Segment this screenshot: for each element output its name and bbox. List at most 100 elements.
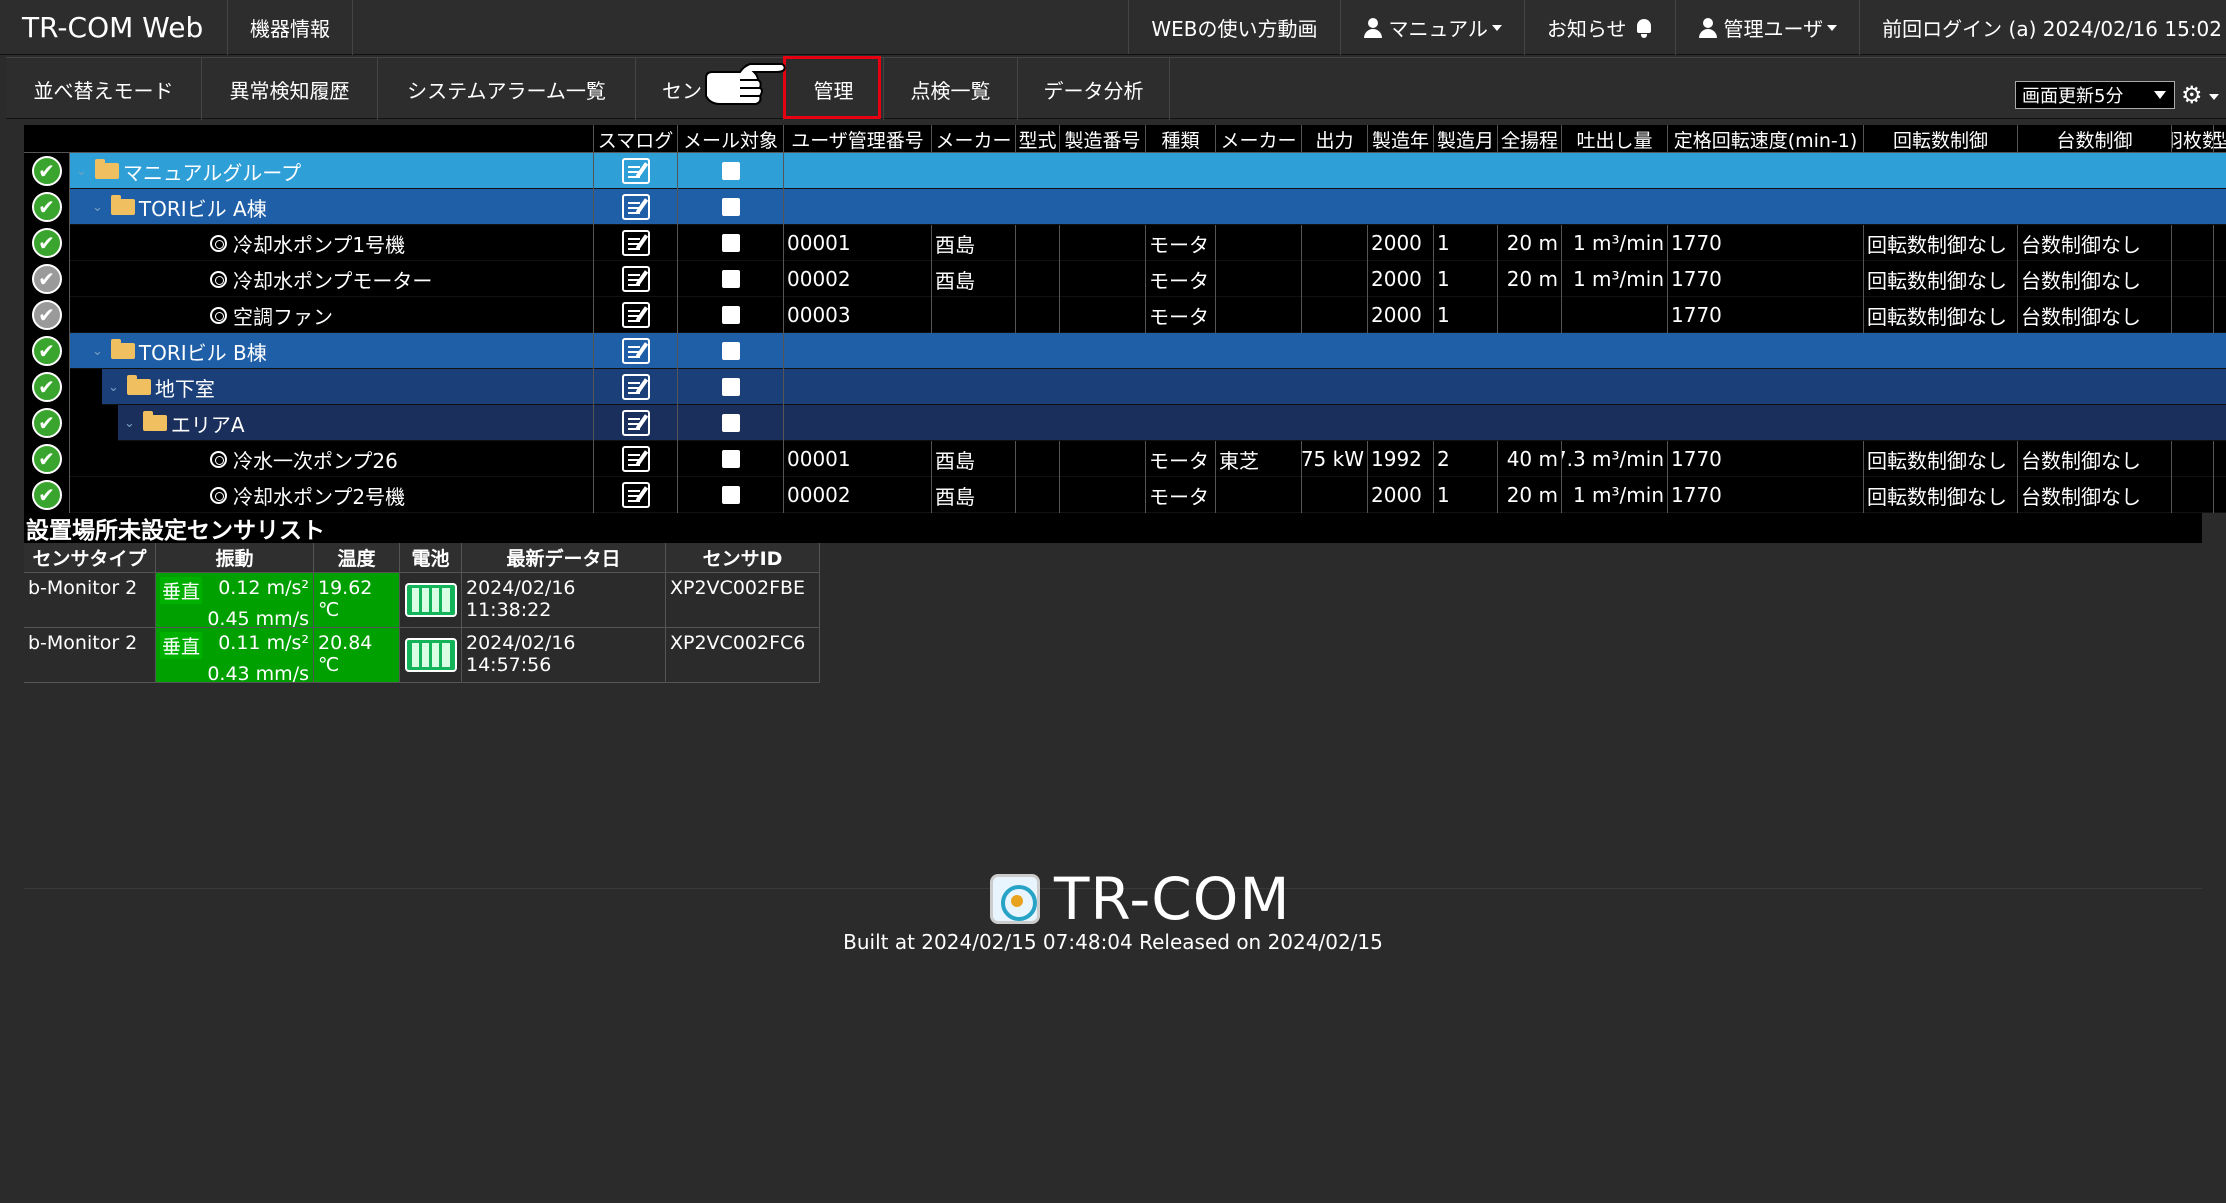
cell-kind: モータ bbox=[1146, 297, 1216, 333]
edit-log-icon[interactable] bbox=[621, 446, 650, 472]
tree-toggle-icon[interactable]: ⌄ bbox=[124, 416, 135, 431]
group-row[interactable]: ✔ ⌄ TORIビル A棟 bbox=[24, 189, 2226, 225]
vibration-axis-label: 垂直 bbox=[160, 577, 203, 604]
mail-cell bbox=[678, 405, 784, 441]
status-check-icon: ✔ bbox=[31, 444, 62, 474]
status-cell: ✔ bbox=[24, 297, 70, 333]
cell-num: 00002 bbox=[784, 261, 932, 297]
chevron-down-icon[interactable] bbox=[2209, 94, 2219, 100]
device-row[interactable]: ✔ 冷却水ポンプ1号機 00001 酉島 モータ 2000 1 20 m1 m³/min 177… bbox=[24, 225, 2226, 261]
cell-model bbox=[1016, 441, 1060, 477]
edit-log-icon[interactable] bbox=[621, 338, 650, 364]
device-row[interactable]: ✔ 冷却水ポンプモーター 00002 酉島 モータ 2000 1 20 m1 m³/min 17… bbox=[24, 261, 2226, 297]
edit-log-icon[interactable] bbox=[621, 230, 650, 256]
device-name-cell[interactable]: 冷却水ポンプ2号機 bbox=[70, 477, 594, 513]
tree-toggle-icon[interactable]: ⌄ bbox=[92, 200, 103, 215]
cell-type2 bbox=[2214, 261, 2226, 297]
device-name-cell[interactable]: 冷水一次ポンプ26 bbox=[70, 441, 594, 477]
group-name-cell[interactable]: ⌄ マニュアルグループ bbox=[70, 153, 594, 189]
mail-target-checkbox[interactable] bbox=[721, 414, 740, 432]
mail-cell bbox=[678, 225, 784, 261]
cell-month: 1 bbox=[1434, 261, 1498, 297]
admin-label: 管理ユーザ bbox=[1723, 17, 1824, 41]
tree-toggle-icon[interactable]: ⌄ bbox=[108, 380, 119, 395]
gear-icon[interactable]: ⚙ bbox=[2181, 81, 2203, 109]
cell-head bbox=[1498, 297, 1562, 333]
sensor-icon bbox=[210, 450, 227, 468]
status-check-icon: ✔ bbox=[31, 300, 62, 330]
device-row[interactable]: ✔ 冷水一次ポンプ26 00001 酉島 モータ 東芝 75 kW 1992 2 40 m 7.3 … bbox=[24, 441, 2226, 477]
mail-target-checkbox[interactable] bbox=[721, 198, 740, 216]
mail-target-checkbox[interactable] bbox=[721, 234, 740, 252]
mail-target-checkbox[interactable] bbox=[721, 342, 740, 360]
edit-log-icon[interactable] bbox=[621, 194, 650, 220]
mail-target-checkbox[interactable] bbox=[721, 378, 740, 396]
cell-maker: 酉島 bbox=[932, 477, 1016, 513]
group-name-cell[interactable]: ⌄ TORIビル A棟 bbox=[86, 189, 594, 225]
mail-cell bbox=[678, 333, 784, 369]
sensor-icon bbox=[210, 486, 227, 504]
mail-target-checkbox[interactable] bbox=[721, 306, 740, 324]
device-name-cell[interactable]: 空調ファン bbox=[70, 297, 594, 333]
row-name-label: TORIビル A棟 bbox=[138, 196, 267, 221]
nav-inspection-list[interactable]: 点検一覧 bbox=[884, 58, 1018, 120]
cell-output bbox=[1302, 225, 1368, 261]
edit-log-icon[interactable] bbox=[621, 302, 650, 328]
header-cell: 定格回転速度(min-1) bbox=[1668, 125, 1864, 153]
tree-toggle-icon[interactable]: ⌄ bbox=[76, 164, 87, 179]
folder-open-icon bbox=[126, 375, 151, 395]
refresh-interval-select[interactable]: 画面更新5分 bbox=[2015, 81, 2175, 109]
device-name-cell[interactable]: 冷却水ポンプ1号機 bbox=[70, 225, 594, 261]
cell-blade bbox=[2172, 261, 2214, 297]
edit-log-icon[interactable] bbox=[621, 158, 650, 184]
mail-target-checkbox[interactable] bbox=[721, 270, 740, 288]
nav-data-analysis[interactable]: データ分析 bbox=[1018, 58, 1170, 120]
cell-type2 bbox=[2214, 441, 2226, 477]
group-name-cell[interactable]: ⌄ 地下室 bbox=[102, 369, 594, 405]
device-name-cell[interactable]: 冷却水ポンプモーター bbox=[70, 261, 594, 297]
header-cell: 種類 bbox=[1146, 125, 1216, 153]
app-brand[interactable]: TR-COM Web bbox=[0, 0, 228, 55]
status-check-icon: ✔ bbox=[31, 264, 62, 294]
cell-head: 20 m bbox=[1498, 477, 1562, 513]
edit-log-icon[interactable] bbox=[621, 266, 650, 292]
nav-system-alarms[interactable]: システムアラーム一覧 bbox=[378, 58, 636, 120]
notice-link[interactable]: お知らせ bbox=[1525, 0, 1676, 55]
smalog-cell bbox=[594, 441, 678, 477]
mail-target-checkbox[interactable] bbox=[721, 486, 740, 504]
nav-sort-mode[interactable]: 並べ替えモード bbox=[6, 58, 202, 120]
edit-log-icon[interactable] bbox=[621, 374, 650, 400]
group-row[interactable]: ✔ ⌄ エリアA bbox=[24, 405, 2226, 441]
edit-log-icon[interactable] bbox=[621, 482, 650, 508]
vibration-accel-line: 垂直 0.12 m/s² bbox=[160, 577, 309, 604]
mail-target-checkbox[interactable] bbox=[721, 450, 740, 468]
ua-latest-date: 2024/02/16 14:57:56 bbox=[462, 628, 666, 683]
mail-target-checkbox[interactable] bbox=[721, 162, 740, 180]
group-row[interactable]: ✔ ⌄ マニュアルグループ bbox=[24, 153, 2226, 189]
device-row[interactable]: ✔ 冷却水ポンプ2号機 00002 酉島 モータ 2000 1 20 m1 m³/min 177… bbox=[24, 477, 2226, 513]
folder-open-icon bbox=[94, 159, 119, 179]
mail-cell bbox=[678, 261, 784, 297]
device-info-link[interactable]: 機器情報 bbox=[228, 0, 353, 55]
group-row[interactable]: ✔ ⌄ 地下室 bbox=[24, 369, 2226, 405]
header-cell: メーカー bbox=[932, 125, 1016, 153]
cell-rpm-ctrl: 回転数制御なし bbox=[1864, 297, 2018, 333]
smalog-cell bbox=[594, 297, 678, 333]
admin-user-menu[interactable]: 管理ユーザ bbox=[1676, 0, 1861, 55]
group-name-cell[interactable]: ⌄ TORIビル B棟 bbox=[86, 333, 594, 369]
nav-anomaly-history[interactable]: 異常検知履歴 bbox=[202, 58, 378, 120]
edit-log-icon[interactable] bbox=[621, 410, 650, 436]
mail-cell bbox=[678, 477, 784, 513]
cell-num: 00002 bbox=[784, 477, 932, 513]
group-row[interactable]: ✔ ⌄ TORIビル B棟 bbox=[24, 333, 2226, 369]
group-name-cell[interactable]: ⌄ エリアA bbox=[118, 405, 594, 441]
manual-menu[interactable]: マニュアル bbox=[1341, 0, 1525, 55]
folder-open-icon bbox=[142, 411, 167, 431]
header-cell: 出力 bbox=[1302, 125, 1368, 153]
video-link[interactable]: WEBの使い方動画 bbox=[1129, 0, 1341, 55]
ua-sensor-id: XP2VC002FC6 bbox=[666, 628, 820, 683]
person-icon bbox=[1698, 17, 1718, 38]
tree-toggle-icon[interactable]: ⌄ bbox=[92, 344, 103, 359]
row-name-label: エリアA bbox=[170, 412, 245, 437]
device-row[interactable]: ✔ 空調ファン 00003 モータ 2000 1 1770 回転数制御なし 台数制御なし bbox=[24, 297, 2226, 333]
